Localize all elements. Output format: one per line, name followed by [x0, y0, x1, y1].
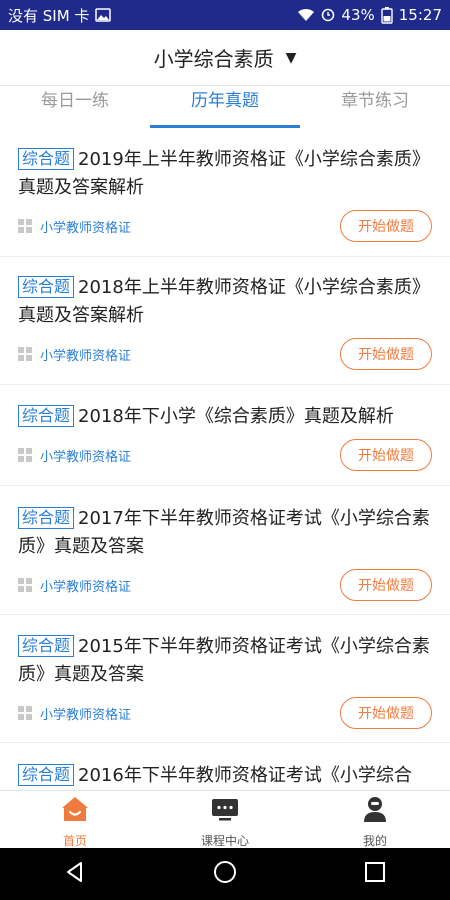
- category-grid-icon: [18, 578, 32, 592]
- start-practice-button[interactable]: 开始做题: [340, 210, 432, 242]
- course-icon: [210, 795, 240, 826]
- app-screen: 没有 SIM 卡 43% 15:27 小学综合素质 ▼ 每日一练 历年真题 章节…: [0, 0, 450, 900]
- home-circle-icon[interactable]: [213, 860, 237, 888]
- list-item[interactable]: 综合题 2018年下小学《综合素质》真题及解析 小学教师资格证 开始做题: [0, 403, 450, 471]
- tab-bar: 每日一练 历年真题 章节练习: [0, 86, 450, 128]
- nav-profile[interactable]: 我的: [300, 791, 450, 848]
- clock-time: 15:27: [398, 6, 442, 24]
- bottom-nav: 首页 课程中心 我的: [0, 790, 450, 848]
- system-nav-bar: [0, 848, 450, 900]
- category-grid-icon: [18, 219, 32, 233]
- list-item[interactable]: 综合题 2015年下半年教师资格证考试《小学综合素质》真题及答案 小学教师资格证 …: [0, 633, 450, 729]
- item-title[interactable]: 综合题 2016年下半年教师资格证考试《小学综合: [18, 762, 432, 790]
- tab-past-exams[interactable]: 历年真题: [150, 86, 300, 128]
- image-notification-icon: [95, 8, 112, 22]
- alarm-icon: [321, 8, 335, 22]
- list-item[interactable]: 综合题 2019年上半年教师资格证《小学综合素质》真题及答案解析 小学教师资格证 …: [0, 146, 450, 242]
- battery-percent: 43%: [341, 6, 375, 24]
- start-practice-button[interactable]: 开始做题: [340, 338, 432, 370]
- type-tag: 综合题: [18, 507, 75, 529]
- tab-chapter-practice[interactable]: 章节练习: [300, 86, 450, 128]
- category-label: 小学教师资格证: [40, 707, 132, 723]
- item-title[interactable]: 综合题 2019年上半年教师资格证《小学综合素质》真题及答案解析: [18, 146, 432, 202]
- dropdown-caret-icon[interactable]: ▼: [286, 50, 297, 66]
- item-title[interactable]: 综合题 2015年下半年教师资格证考试《小学综合素质》真题及答案: [18, 633, 432, 689]
- item-title[interactable]: 综合题 2018年上半年教师资格证《小学综合素质》真题及答案解析: [18, 274, 432, 330]
- start-practice-button[interactable]: 开始做题: [340, 439, 432, 471]
- battery-icon: [381, 6, 393, 24]
- start-practice-button[interactable]: 开始做题: [340, 697, 432, 729]
- divider: [0, 485, 450, 486]
- type-tag: 综合题: [18, 276, 75, 298]
- back-icon[interactable]: [63, 860, 87, 888]
- type-tag: 综合题: [18, 405, 75, 427]
- header[interactable]: 小学综合素质 ▼: [0, 30, 450, 86]
- wifi-icon: [297, 8, 315, 22]
- exam-list: 综合题 2019年上半年教师资格证《小学综合素质》真题及答案解析 小学教师资格证 …: [0, 128, 450, 790]
- category-grid-icon: [18, 448, 32, 462]
- category-label: 小学教师资格证: [40, 449, 132, 465]
- home-icon: [60, 795, 90, 826]
- category-grid-icon: [18, 347, 32, 361]
- profile-icon: [360, 795, 390, 826]
- item-title[interactable]: 综合题 2017年下半年教师资格证考试《小学综合素质》真题及答案: [18, 505, 432, 561]
- recents-icon[interactable]: [363, 860, 387, 888]
- divider: [0, 384, 450, 385]
- divider: [0, 256, 450, 257]
- category-label: 小学教师资格证: [40, 348, 132, 364]
- category-label: 小学教师资格证: [40, 579, 132, 595]
- list-item[interactable]: 综合题 2017年下半年教师资格证考试《小学综合素质》真题及答案 小学教师资格证 …: [0, 505, 450, 601]
- list-item[interactable]: 综合题 2018年上半年教师资格证《小学综合素质》真题及答案解析 小学教师资格证 …: [0, 274, 450, 370]
- nav-home-label: 首页: [62, 834, 87, 848]
- list-item[interactable]: 综合题 2016年下半年教师资格证考试《小学综合: [0, 762, 450, 790]
- carrier-text: 没有 SIM 卡: [8, 6, 90, 25]
- divider: [0, 614, 450, 615]
- item-title[interactable]: 综合题 2018年下小学《综合素质》真题及解析: [18, 403, 432, 431]
- page-title[interactable]: 小学综合素质: [154, 43, 274, 72]
- nav-profile-label: 我的: [362, 834, 387, 848]
- nav-course-center[interactable]: 课程中心: [150, 791, 300, 848]
- category-grid-icon: [18, 706, 32, 720]
- nav-home[interactable]: 首页: [0, 791, 150, 848]
- divider: [0, 742, 450, 743]
- type-tag: 综合题: [18, 635, 75, 657]
- category-label: 小学教师资格证: [40, 220, 132, 236]
- status-bar: 没有 SIM 卡 43% 15:27: [0, 0, 450, 30]
- type-tag: 综合题: [18, 148, 75, 170]
- nav-course-label: 课程中心: [200, 834, 249, 848]
- type-tag: 综合题: [18, 764, 75, 786]
- start-practice-button[interactable]: 开始做题: [340, 569, 432, 601]
- tab-daily-practice[interactable]: 每日一练: [0, 86, 150, 128]
